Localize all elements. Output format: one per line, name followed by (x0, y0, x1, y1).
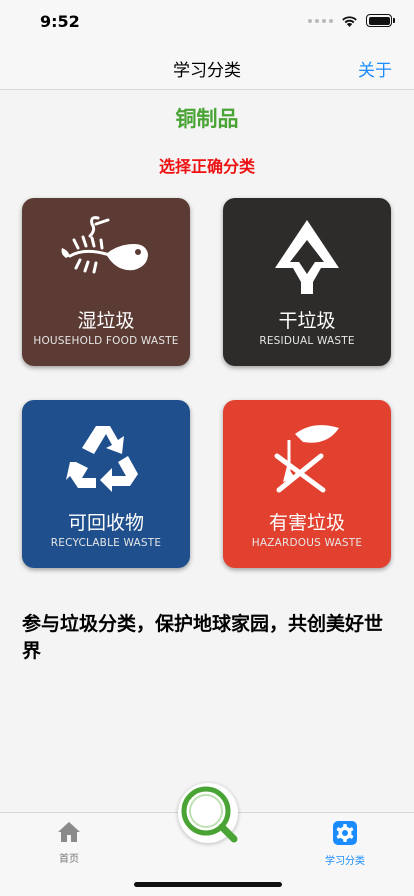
home-icon (58, 822, 80, 842)
category-label-en: HOUSEHOLD FOOD WASTE (33, 335, 179, 347)
status-time: 9:52 (40, 12, 80, 31)
category-label-en: RECYCLABLE WASTE (50, 537, 162, 549)
battery-icon (366, 14, 395, 27)
tab-label: 首页 (59, 854, 79, 865)
wifi-icon (342, 15, 357, 27)
tab-learn-classification[interactable]: 学习分类 (300, 821, 390, 867)
status-icons (308, 14, 395, 27)
home-indicator (134, 882, 282, 887)
about-button[interactable]: 关于 (358, 56, 392, 81)
gear-icon (333, 821, 357, 845)
category-card-residual-waste[interactable]: 干垃圾 RESIDUAL WASTE (223, 198, 391, 366)
navigation-bar: 学习分类 关于 (0, 44, 414, 90)
choose-category-prompt: 选择正确分类 (158, 157, 255, 176)
signal-dots-icon (308, 18, 333, 23)
fish-bone-icon (61, 216, 148, 274)
category-card-food-waste[interactable]: 湿垃圾 HOUSEHOLD FOOD WASTE (22, 198, 190, 366)
status-bar: 9:52 (0, 0, 414, 44)
category-label-en: HAZARDOUS WASTE (251, 537, 363, 549)
nav-title: 学习分类 (173, 61, 241, 81)
category-card-hazardous-waste[interactable]: 有害垃圾 HAZARDOUS WASTE (223, 400, 391, 568)
category-label-cn: 干垃圾 (278, 310, 336, 332)
category-card-recyclable-waste[interactable]: 可回收物 RECYCLABLE WASTE (22, 400, 190, 568)
residual-triangle-icon (275, 220, 339, 294)
tab-home[interactable]: 首页 (24, 821, 114, 865)
scan-button[interactable] (178, 783, 238, 843)
category-label-cn: 湿垃圾 (77, 310, 135, 332)
tab-label: 学习分类 (325, 856, 365, 867)
category-label-cn: 可回收物 (67, 512, 144, 534)
magnifier-icon (181, 786, 238, 843)
item-name: 铜制品 (175, 107, 239, 131)
slogan-text: 参与垃圾分类，保护地球家园，共创美好世界 (22, 613, 384, 662)
recycle-icon (66, 426, 138, 492)
category-label-cn: 有害垃圾 (268, 512, 345, 534)
category-label-en: RESIDUAL WASTE (259, 335, 355, 347)
hazard-icon (274, 425, 339, 493)
